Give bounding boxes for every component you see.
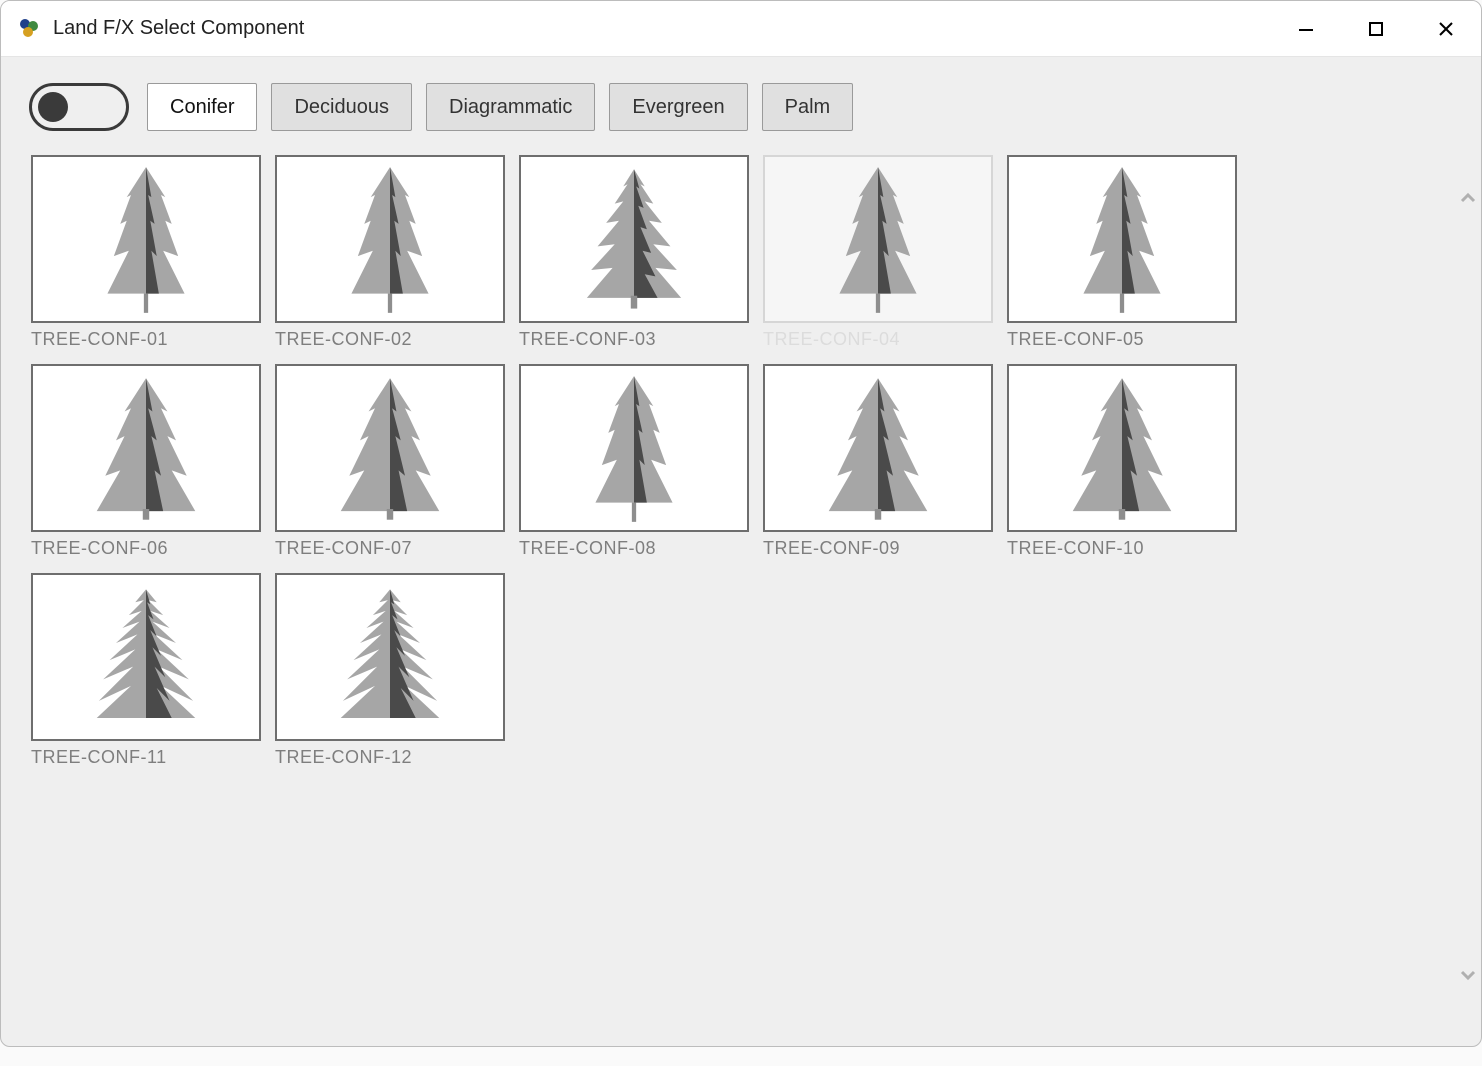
category-button-deciduous[interactable]: Deciduous (271, 83, 412, 131)
component-card[interactable]: TREE-CONF-06 (31, 364, 261, 559)
component-label: TREE-CONF-08 (519, 538, 749, 559)
component-thumbnail (31, 573, 261, 741)
component-card[interactable]: TREE-CONF-03 (519, 155, 749, 350)
titlebar: Land F/X Select Component (1, 1, 1481, 57)
category-button-conifer[interactable]: Conifer (147, 83, 257, 131)
component-thumbnail (31, 155, 261, 323)
component-label: TREE-CONF-12 (275, 747, 505, 768)
component-card[interactable]: TREE-CONF-07 (275, 364, 505, 559)
window-title: Land F/X Select Component (53, 17, 1271, 40)
component-card[interactable]: TREE-CONF-01 (31, 155, 261, 350)
component-card[interactable]: TREE-CONF-04 (763, 155, 993, 350)
component-thumbnail (31, 364, 261, 532)
app-icon (17, 17, 41, 41)
window-controls (1271, 1, 1481, 56)
component-thumbnail (275, 573, 505, 741)
component-card[interactable]: TREE-CONF-09 (763, 364, 993, 559)
category-buttons: Conifer Deciduous Diagrammatic Evergreen Pal… (147, 83, 853, 131)
component-thumbnail (275, 155, 505, 323)
category-button-diagrammatic[interactable]: Diagrammatic (426, 83, 595, 131)
component-label: TREE-CONF-10 (1007, 538, 1237, 559)
component-thumbnail (519, 155, 749, 323)
component-card[interactable]: TREE-CONF-05 (1007, 155, 1237, 350)
component-label: TREE-CONF-04 (763, 329, 993, 350)
component-thumbnail (519, 364, 749, 532)
category-button-evergreen[interactable]: Evergreen (609, 83, 747, 131)
scroll-up-icon[interactable] (1457, 187, 1479, 209)
component-card[interactable]: TREE-CONF-11 (31, 573, 261, 768)
scroll-down-icon[interactable] (1457, 964, 1479, 986)
component-label: TREE-CONF-05 (1007, 329, 1237, 350)
component-card[interactable]: TREE-CONF-12 (275, 573, 505, 768)
component-label: TREE-CONF-01 (31, 329, 261, 350)
category-button-palm[interactable]: Palm (762, 83, 854, 131)
component-thumbnail (763, 364, 993, 532)
toggle-knob (38, 92, 68, 122)
app-window: Land F/X Select Component Conifer Deciduo… (0, 0, 1482, 1047)
component-thumbnail (275, 364, 505, 532)
toolbar: Conifer Deciduous Diagrammatic Evergreen Pal… (1, 57, 1481, 145)
component-card[interactable]: TREE-CONF-10 (1007, 364, 1237, 559)
scrollbar[interactable] (1455, 145, 1481, 1046)
component-thumbnail (1007, 364, 1237, 532)
component-label: TREE-CONF-02 (275, 329, 505, 350)
view-toggle[interactable] (29, 83, 129, 131)
component-thumbnail (1007, 155, 1237, 323)
component-grid: TREE-CONF-01 TREE-CONF-02 TREE-CONF-03 TREE… (1, 145, 1455, 1046)
component-label: TREE-CONF-03 (519, 329, 749, 350)
minimize-button[interactable] (1271, 1, 1341, 56)
component-label: TREE-CONF-11 (31, 747, 261, 768)
maximize-button[interactable] (1341, 1, 1411, 56)
component-label: TREE-CONF-06 (31, 538, 261, 559)
content-area: TREE-CONF-01 TREE-CONF-02 TREE-CONF-03 TREE… (1, 145, 1481, 1046)
component-label: TREE-CONF-09 (763, 538, 993, 559)
component-card[interactable]: TREE-CONF-02 (275, 155, 505, 350)
component-card[interactable]: TREE-CONF-08 (519, 364, 749, 559)
close-button[interactable] (1411, 1, 1481, 56)
component-label: TREE-CONF-07 (275, 538, 505, 559)
component-thumbnail (763, 155, 993, 323)
